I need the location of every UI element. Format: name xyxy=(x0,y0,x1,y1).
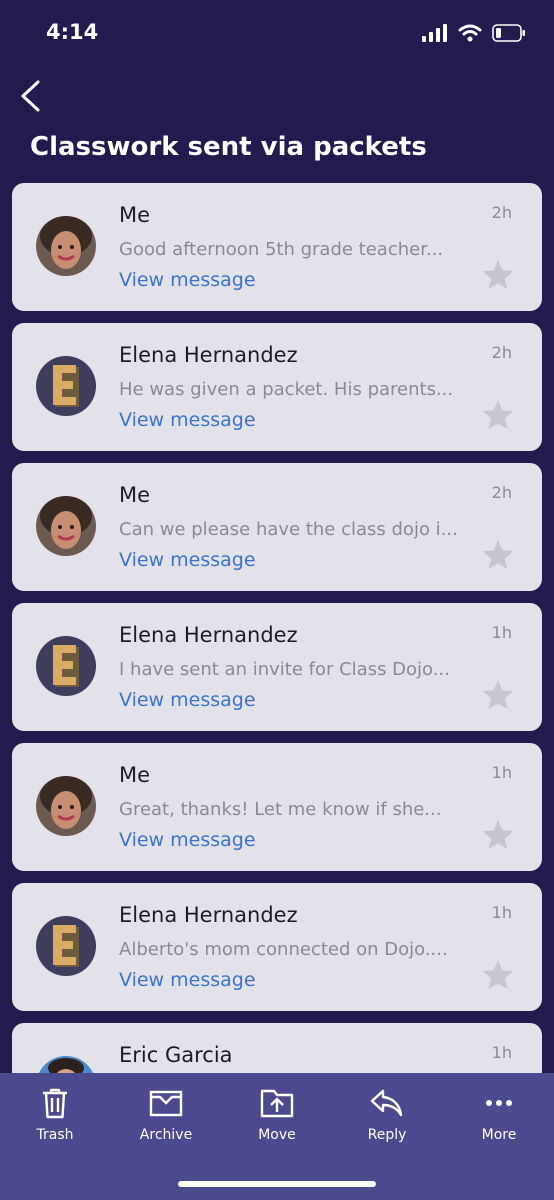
move-button[interactable]: Move xyxy=(232,1087,322,1143)
back-button[interactable] xyxy=(18,80,48,112)
avatar xyxy=(36,636,96,696)
trash-button[interactable]: Trash xyxy=(10,1087,100,1143)
trash-label: Trash xyxy=(36,1127,74,1143)
view-message-link[interactable]: View message xyxy=(119,409,256,431)
status-icons xyxy=(422,24,526,42)
avatar xyxy=(36,216,96,276)
more-button[interactable]: More xyxy=(454,1087,544,1143)
trash-icon xyxy=(43,1088,67,1119)
star-icon[interactable] xyxy=(480,538,516,572)
avatar xyxy=(36,1056,96,1073)
more-label: More xyxy=(481,1127,517,1143)
message-time: 1h xyxy=(491,1043,512,1062)
reply-label: Reply xyxy=(367,1127,407,1143)
view-message-link[interactable]: View message xyxy=(119,269,256,291)
star-icon[interactable] xyxy=(480,818,516,852)
archive-icon xyxy=(149,1090,183,1117)
archive-button[interactable]: Archive xyxy=(121,1087,211,1143)
message-item[interactable]: Elena Hernandez I have sent an invite fo… xyxy=(12,603,542,731)
message-item[interactable]: Me Great, thanks! Let me know if she... … xyxy=(12,743,542,871)
reply-button[interactable]: Reply xyxy=(342,1087,432,1143)
move-to-folder-icon xyxy=(260,1089,294,1118)
message-preview: Great, thanks! Let me know if she... xyxy=(119,799,442,820)
star-icon[interactable] xyxy=(480,398,516,432)
view-message-link[interactable]: View message xyxy=(119,829,256,851)
message-item[interactable]: Me Can we please have the class dojo i..… xyxy=(12,463,542,591)
avatar xyxy=(36,496,96,556)
view-message-link[interactable]: View message xyxy=(119,969,256,991)
battery-icon xyxy=(492,24,525,42)
page-title: Classwork sent via packets xyxy=(30,132,427,162)
message-item[interactable]: Elena Hernandez He was given a packet. H… xyxy=(12,323,542,451)
sender-name: Me xyxy=(119,483,151,507)
message-item[interactable]: Eric Garcia 1h xyxy=(12,1023,542,1073)
message-item[interactable]: Elena Hernandez Alberto's mom connected … xyxy=(12,883,542,1011)
status-time: 4:14 xyxy=(46,20,99,44)
message-list[interactable]: Me Good afternoon 5th grade teacher... V… xyxy=(12,183,542,1073)
archive-label: Archive xyxy=(139,1127,193,1143)
view-message-link[interactable]: View message xyxy=(119,689,256,711)
star-icon[interactable] xyxy=(480,678,516,712)
message-time: 2h xyxy=(491,203,512,222)
message-time: 1h xyxy=(491,763,512,782)
message-preview: Can we please have the class dojo i... xyxy=(119,519,458,540)
avatar xyxy=(36,916,96,976)
cellular-signal-icon xyxy=(422,24,447,42)
message-item[interactable]: Me Good afternoon 5th grade teacher... V… xyxy=(12,183,542,311)
message-preview: He was given a packet. His parents... xyxy=(119,379,454,400)
message-time: 1h xyxy=(491,623,512,642)
status-bar: 4:14 xyxy=(0,0,554,70)
star-icon[interactable] xyxy=(480,258,516,292)
message-time: 2h xyxy=(491,483,512,502)
message-preview: Good afternoon 5th grade teacher... xyxy=(119,239,444,260)
sender-name: Eric Garcia xyxy=(119,1043,233,1067)
sender-name: Elena Hernandez xyxy=(119,343,298,367)
star-icon[interactable] xyxy=(480,958,516,992)
reply-icon xyxy=(370,1089,403,1117)
avatar xyxy=(36,356,96,416)
wifi-icon xyxy=(458,24,482,42)
message-preview: I have sent an invite for Class Dojo... xyxy=(119,659,450,680)
move-label: Move xyxy=(258,1127,296,1143)
sender-name: Me xyxy=(119,763,151,787)
avatar xyxy=(36,776,96,836)
view-message-link[interactable]: View message xyxy=(119,549,256,571)
home-indicator xyxy=(178,1181,376,1187)
message-preview: Alberto's mom connected on Dojo.... xyxy=(119,939,448,960)
sender-name: Me xyxy=(119,203,151,227)
message-time: 1h xyxy=(491,903,512,922)
message-time: 2h xyxy=(491,343,512,362)
sender-name: Elena Hernandez xyxy=(119,903,298,927)
more-icon xyxy=(486,1100,512,1106)
sender-name: Elena Hernandez xyxy=(119,623,298,647)
